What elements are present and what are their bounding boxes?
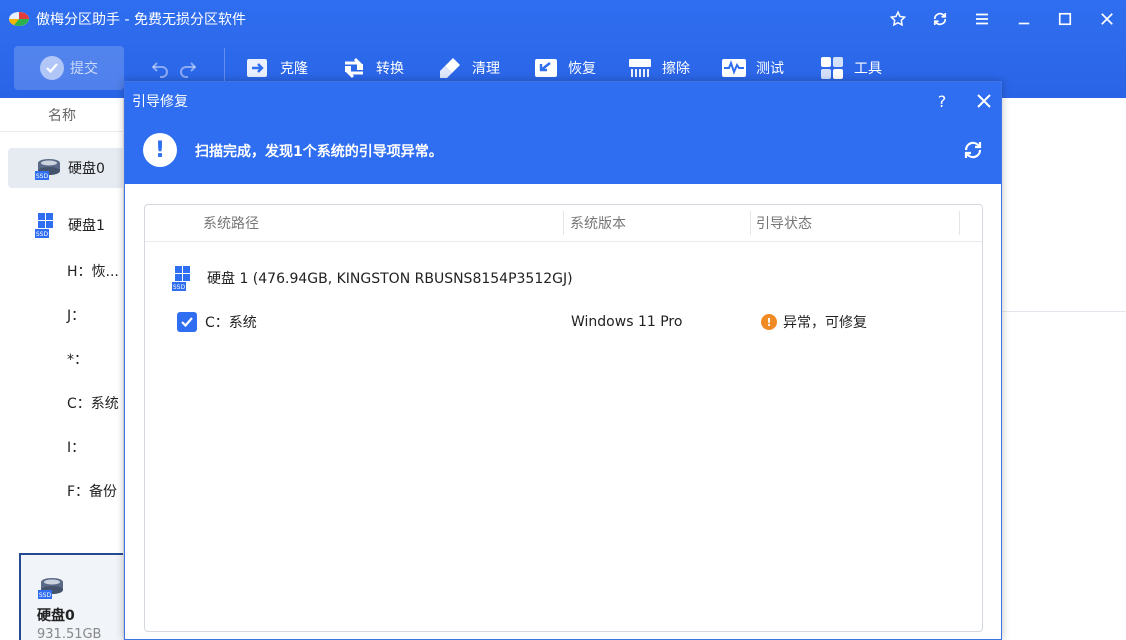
tools-icon: [818, 54, 846, 82]
column-divider: [959, 211, 960, 235]
info-icon: !: [143, 133, 177, 167]
divider: [1002, 311, 1126, 312]
close-icon: [977, 94, 991, 108]
tool-label: 清理: [472, 61, 500, 77]
maximize-icon[interactable]: [1053, 7, 1077, 31]
test-icon: [720, 54, 748, 82]
boot-status-text: 异常，可修复: [783, 315, 867, 331]
tool-label: 测试: [756, 61, 784, 77]
svg-text:SSD: SSD: [39, 592, 52, 599]
partition-item[interactable]: I：: [67, 437, 85, 457]
tool-label: 转换: [376, 61, 404, 77]
tool-convert[interactable]: 转换: [340, 52, 404, 84]
wipe-icon: [626, 54, 654, 82]
disk-info: 硬盘 1 (476.94GB, KINGSTON RBUSNS8154P3512…: [207, 271, 573, 287]
name-column-header: 名称: [0, 98, 124, 132]
disk-item-1[interactable]: SSD 硬盘1: [8, 205, 124, 245]
tool-test[interactable]: 测试: [720, 52, 784, 84]
submit-button[interactable]: 提交: [14, 46, 124, 90]
warning-icon: !: [761, 314, 777, 330]
column-header-version: 系统版本: [570, 216, 626, 232]
submit-label: 提交: [70, 61, 98, 77]
disk-item-0[interactable]: SSD 硬盘0: [8, 148, 124, 188]
close-icon[interactable]: [1095, 7, 1119, 31]
help-button[interactable]: ?: [931, 90, 953, 112]
column-header-path: 系统路径: [203, 216, 259, 232]
tool-label: 克隆: [280, 61, 308, 77]
disk-card-name: 硬盘0: [37, 608, 75, 624]
tool-label: 恢复: [568, 61, 596, 77]
disk-partition-icon: SSD: [35, 213, 53, 238]
checkmark-icon: [181, 317, 193, 328]
undo-icon[interactable]: [150, 58, 170, 78]
partition-item[interactable]: C：系统: [67, 393, 119, 413]
tool-cleanup[interactable]: 清理: [436, 52, 500, 84]
disk-label: 硬盘0: [68, 161, 105, 177]
check-icon: [40, 56, 64, 80]
partition-item[interactable]: F：备份: [67, 481, 117, 501]
ssd-icon: SSD: [38, 578, 63, 599]
partition-item[interactable]: H：恢...: [67, 261, 119, 281]
app-logo-icon: [9, 12, 29, 26]
main-area-background: [1002, 98, 1126, 640]
dialog-title: 引导修复: [132, 94, 188, 110]
boot-status: ! 异常，可修复: [761, 309, 867, 335]
app-title: 傲梅分区助手 - 免费无损分区软件: [36, 12, 246, 28]
column-divider: [750, 211, 751, 235]
tool-label: 擦除: [662, 61, 690, 77]
system-version: Windows 11 Pro: [571, 314, 683, 330]
convert-icon: [340, 54, 368, 82]
header-divider: [145, 241, 982, 242]
scan-result-message: 扫描完成，发现1个系统的引导项异常。: [195, 144, 443, 160]
disk-card-size: 931.51GB: [37, 627, 102, 640]
redo-icon[interactable]: [178, 58, 198, 78]
boot-repair-dialog: 引导修复 ? ! 扫描完成，发现1个系统的引导项异常。 系统路径 系统版本 引导…: [124, 81, 1002, 640]
disk-list-panel: 名称 SSD 硬盘0 SSD 硬盘1 H：恢... J： *： C：系统 I： …: [0, 98, 124, 640]
disk-card[interactable]: SSD 硬盘0 931.51GB: [19, 553, 123, 640]
boot-items-table: 系统路径 系统版本 引导状态 SSD 硬盘 1 (476.94GB, KINGS…: [144, 204, 983, 632]
recover-icon: [532, 54, 560, 82]
clone-icon: [244, 54, 272, 82]
minimize-icon[interactable]: [1012, 7, 1036, 31]
column-header-status: 引导状态: [756, 216, 812, 232]
partition-checkbox[interactable]: [177, 312, 197, 332]
tool-label: 工具: [854, 61, 882, 77]
disk-label: 硬盘1: [68, 218, 105, 234]
disk-partition-icon: SSD: [172, 266, 190, 291]
refresh-icon[interactable]: [928, 7, 952, 31]
cleanup-icon: [436, 54, 464, 82]
partition-item[interactable]: *：: [67, 349, 88, 369]
svg-text:SSD: SSD: [173, 284, 186, 291]
title-bar: 傲梅分区助手 - 免费无损分区软件: [0, 0, 1126, 38]
disk-row: SSD 硬盘 1 (476.94GB, KINGSTON RBUSNS8154P…: [171, 263, 573, 293]
dialog-close-button[interactable]: [973, 90, 995, 112]
dialog-header: 引导修复 ? ! 扫描完成，发现1个系统的引导项异常。: [125, 82, 1001, 184]
table-row: C：系统: [177, 309, 257, 335]
tool-tools[interactable]: 工具: [818, 52, 882, 84]
star-icon[interactable]: [886, 7, 910, 31]
partition-item[interactable]: J：: [67, 305, 85, 325]
svg-text:SSD: SSD: [36, 231, 49, 238]
tool-wipe[interactable]: 擦除: [626, 52, 690, 84]
ssd-icon: SSD: [35, 159, 60, 180]
svg-text:SSD: SSD: [36, 173, 49, 180]
rescan-icon[interactable]: [961, 138, 985, 162]
tool-recover[interactable]: 恢复: [532, 52, 596, 84]
menu-icon[interactable]: [970, 7, 994, 31]
partition-path: C：系统: [205, 315, 257, 331]
tool-clone[interactable]: 克隆: [244, 52, 308, 84]
column-divider: [563, 211, 564, 235]
